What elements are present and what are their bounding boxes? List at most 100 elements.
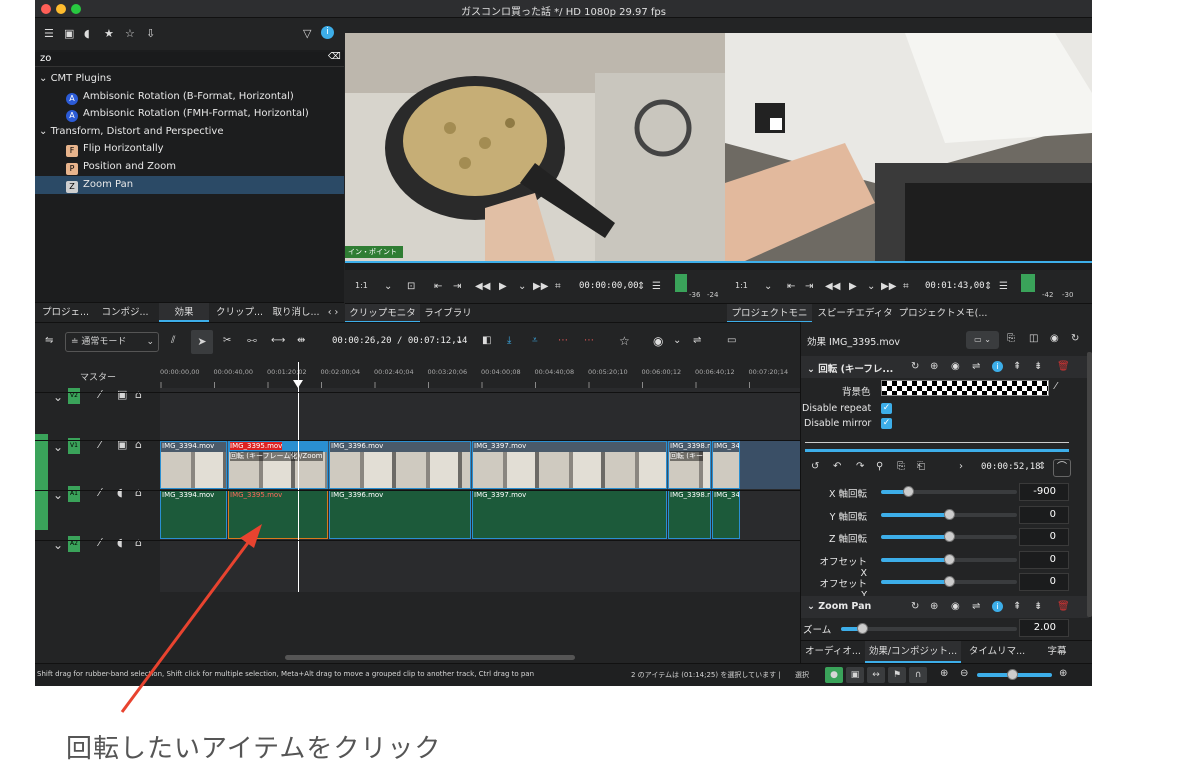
tab-project-notes[interactable]: プロジェクトメモ(... — [898, 304, 988, 323]
audio-clip[interactable]: IMG_3398.m — [668, 490, 711, 539]
razor-tool-icon[interactable]: ✂ — [223, 335, 231, 346]
keyframe-icon[interactable]: ⇞ — [1013, 361, 1021, 372]
effect-item[interactable]: P Position and Zoom — [35, 158, 344, 176]
clip-timecode[interactable]: 00:00:00,00 — [579, 281, 639, 291]
download-icon[interactable]: ⇩ — [146, 27, 155, 40]
chevron-down-icon[interactable]: ⌄ — [384, 281, 392, 292]
settings-icon[interactable]: ⇌ — [972, 361, 980, 372]
keyframe-type-icon[interactable]: ⚲ — [876, 461, 883, 472]
chevron-down-icon[interactable]: ⌄ — [764, 281, 772, 292]
set-in-icon[interactable]: ⇤ — [434, 281, 442, 292]
reset-icon[interactable]: ↻ — [1071, 333, 1079, 344]
project-timecode[interactable]: 00:01:43,00 — [925, 281, 985, 291]
forward-icon[interactable]: ▶▶ — [881, 281, 896, 292]
effects-search-input[interactable]: zo ⌫ — [35, 52, 344, 67]
keyframe-timecode[interactable]: 00:00:52,18 — [981, 462, 1041, 472]
settings-icon[interactable]: ⇌ — [972, 601, 980, 612]
add-keyframe-icon[interactable]: ↺ — [811, 461, 819, 472]
lock-icon[interactable]: ⌂ — [135, 536, 142, 549]
param-value[interactable]: -900 — [1019, 483, 1069, 501]
fit-zoom-icon[interactable]: ↔ — [867, 667, 885, 683]
favorite-icon[interactable]: ☆ — [125, 27, 135, 40]
param-value[interactable]: 0 — [1019, 505, 1069, 524]
param-value[interactable]: 0 — [1019, 528, 1069, 546]
param-slider-knob[interactable] — [944, 576, 955, 587]
copy-keyframe-icon[interactable]: ⎘ — [897, 461, 905, 472]
insert-icon[interactable]: ⤓ — [507, 335, 511, 346]
video-clip[interactable]: IMG_34 — [712, 441, 740, 489]
effect-wand-icon[interactable]: ⁄ — [99, 486, 101, 499]
slip-tool-icon[interactable]: ⇹ — [297, 335, 305, 346]
timeline-position[interactable]: 00:00:26,20 / 00:07:12,14 — [332, 336, 467, 346]
paste-keyframe-icon[interactable]: ⎗ — [917, 461, 925, 472]
edit-mode-select[interactable]: ≐ 通常モード ⌄ — [65, 332, 159, 352]
zone-icon[interactable]: ⌗ — [903, 281, 909, 292]
lock-icon[interactable]: ⌂ — [135, 486, 142, 499]
tab-time-remap[interactable]: タイムリマ... — [963, 641, 1031, 663]
track-header-a1[interactable]: ⌄ A1 ⁄ ◖ ⌂ — [35, 482, 160, 530]
select-tool-icon[interactable]: ➤ — [191, 330, 213, 354]
set-in-icon[interactable]: ⇤ — [787, 281, 795, 292]
timeline-settings-icon[interactable]: ⇌ — [693, 335, 701, 346]
effect-item[interactable]: A Ambisonic Rotation (B-Format, Horizonta… — [35, 88, 344, 106]
chevron-down-icon[interactable]: ⌄ — [455, 335, 463, 346]
list-icon[interactable]: ☰ — [44, 27, 54, 40]
playhead[interactable] — [298, 362, 299, 592]
zoom-icon[interactable]: ⊕ — [930, 601, 938, 612]
zoom-fit-icon[interactable]: ⊕ — [940, 668, 948, 679]
zoom-in-icon[interactable]: ⊕ — [1059, 668, 1067, 679]
tab-undo-history[interactable]: 取り消し... — [271, 303, 321, 322]
eye-icon[interactable]: ◉ — [951, 601, 960, 612]
thumbnail-icon[interactable]: ▣ — [846, 667, 864, 683]
chevron-down-icon[interactable]: ⌄ — [867, 281, 875, 292]
subtitle-icon[interactable]: ▭ — [727, 335, 736, 346]
audio-clip[interactable]: IMG_3397.mov — [472, 490, 667, 539]
effect-header-rotate[interactable]: ⌄ 回転 (キーフレ... ↻ ⊕ ◉ ⇌ i ⇞ ⇟ 🗑 — [801, 356, 1089, 378]
timecode-stepper-icon[interactable]: ⇕ — [637, 281, 645, 292]
eye-icon[interactable]: ◉ — [951, 361, 960, 372]
reset-icon[interactable]: ↻ — [911, 361, 919, 372]
extract-icon[interactable]: ⋯ — [558, 335, 568, 346]
speaker-icon[interactable]: ◖ — [117, 536, 123, 549]
tab-audio-mixer[interactable]: オーディオ... — [803, 641, 863, 663]
timeline-ruler[interactable]: 00:00:00,00 00:00:40,00 00:01:20;02 00:02:0… — [160, 362, 800, 388]
speaker-icon[interactable]: ◖ — [117, 486, 123, 499]
tab-speech-editor[interactable]: スピーチエディタ — [815, 304, 895, 323]
film-icon[interactable]: ▣ — [117, 388, 127, 401]
disable-repeat-checkbox[interactable]: ✓ — [881, 403, 892, 414]
video-clip[interactable]: IMG_3394.mov — [160, 441, 227, 489]
razor-spacer-icon[interactable]: ⫽ — [171, 335, 175, 346]
copy-icon[interactable]: ⎘ — [1007, 333, 1015, 344]
audio-clip[interactable]: IMG_34 — [712, 490, 740, 539]
delete-icon[interactable]: 🗑 — [1057, 361, 1070, 372]
lift-icon[interactable]: ⋯ — [584, 335, 594, 346]
tab-clip-properties[interactable]: クリップ... — [212, 303, 267, 322]
effect-item[interactable]: A Ambisonic Rotation (FMH-Format, Horizon… — [35, 105, 344, 123]
lock-icon[interactable]: ⌂ — [135, 388, 142, 401]
track-header-v2[interactable]: ⌄ V2 ⁄ ▣ ⌂ — [35, 384, 160, 424]
video-clip[interactable]: IMG_3397.mov — [472, 441, 667, 489]
keyframe-ruler[interactable] — [805, 436, 1069, 452]
master-label[interactable]: マスター — [80, 370, 116, 383]
param-value[interactable]: 0 — [1019, 550, 1069, 569]
track-menu-icon[interactable]: ⇋ — [45, 335, 53, 346]
rewind-icon[interactable]: ◀◀ — [825, 281, 840, 292]
video-clip[interactable]: IMG_3398.m 回転 (キー — [668, 441, 711, 489]
tab-clip-monitor[interactable]: クリップモニタ — [345, 304, 420, 323]
disable-mirror-checkbox[interactable]: ✓ — [881, 418, 892, 429]
delete-icon[interactable]: 🗑 — [1057, 601, 1070, 612]
info-icon[interactable]: i — [321, 26, 334, 39]
menu-icon[interactable]: ☰ — [652, 281, 661, 292]
eyedropper-icon[interactable]: ⁄ — [1055, 381, 1057, 392]
reset-icon[interactable]: ↻ — [911, 601, 919, 612]
spacer-tool-icon[interactable]: ⧟ — [247, 335, 257, 346]
zoom-icon[interactable]: ⊕ — [930, 361, 938, 372]
zoom-value[interactable]: 2.00 — [1019, 619, 1069, 637]
info-icon[interactable]: i — [992, 601, 1003, 612]
effect-header-zoompan[interactable]: ⌄ Zoom Pan ↻ ⊕ ◉ ⇌ i ⇞ ⇟ 🗑 — [801, 596, 1089, 618]
chevron-down-icon[interactable]: ⌄ — [518, 281, 526, 292]
effect-group[interactable]: ⌄ Transform, Distort and Perspective — [35, 123, 344, 141]
video-clip[interactable]: IMG_3396.mov — [329, 441, 471, 489]
snap-icon[interactable]: ● — [825, 667, 843, 683]
track-header-a2[interactable]: ⌄ A2 ⁄ ◖ ⌂ — [35, 532, 160, 572]
